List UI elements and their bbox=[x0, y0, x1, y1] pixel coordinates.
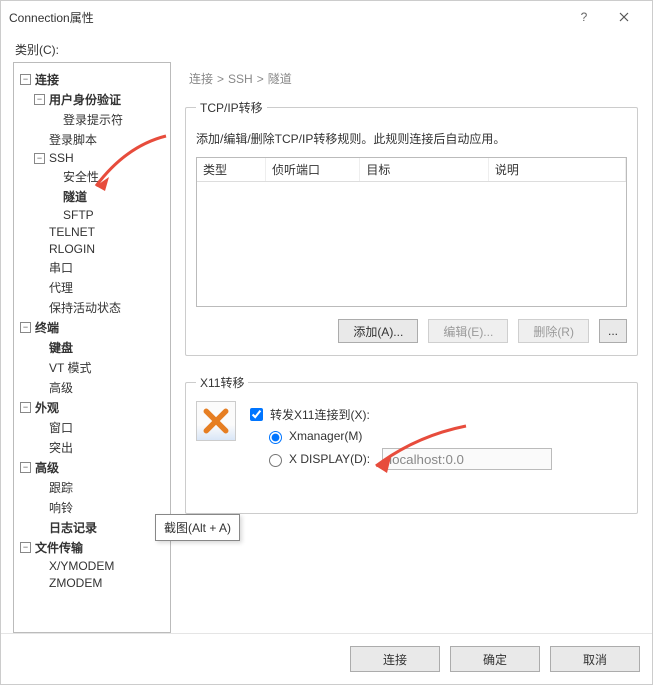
xmanager-label[interactable]: Xmanager(M) bbox=[289, 429, 362, 443]
forward-x11-label[interactable]: 转发X11连接到(X): bbox=[270, 406, 370, 423]
tree-item-xymodem[interactable]: X/YMODEM bbox=[32, 558, 168, 574]
edit-button[interactable]: 编辑(E)... bbox=[428, 319, 508, 343]
breadcrumb-item: 隧道 bbox=[268, 72, 292, 86]
titlebar: Connection属性 ? bbox=[1, 1, 652, 33]
tree-item-login-script[interactable]: 登录脚本 bbox=[32, 130, 168, 149]
tree-item-ssh[interactable]: −SSH bbox=[32, 150, 168, 166]
col-port[interactable]: 侦听端口 bbox=[266, 158, 360, 182]
xmanager-radio[interactable] bbox=[269, 431, 282, 444]
tree-item-rlogin[interactable]: RLOGIN bbox=[32, 241, 168, 257]
connect-button[interactable]: 连接 bbox=[350, 646, 440, 672]
help-button[interactable]: ? bbox=[564, 1, 604, 33]
xmanager-icon bbox=[196, 401, 236, 441]
tree-item-highlight[interactable]: 突出 bbox=[32, 438, 168, 457]
add-button[interactable]: 添加(A)... bbox=[338, 319, 418, 343]
x11-legend: X11转移 bbox=[196, 374, 248, 391]
more-button[interactable]: ... bbox=[599, 319, 627, 343]
tree-item-telnet[interactable]: TELNET bbox=[32, 224, 168, 240]
col-type[interactable]: 类型 bbox=[197, 158, 266, 182]
tree-item-security[interactable]: 安全性 bbox=[46, 167, 168, 186]
xdisplay-label[interactable]: X DISPLAY(D): bbox=[289, 452, 370, 466]
tree-item-advanced[interactable]: −高级 bbox=[18, 458, 168, 477]
tree-item-tunnel[interactable]: 隧道 bbox=[46, 187, 168, 206]
breadcrumb-item[interactable]: SSH bbox=[228, 72, 253, 86]
right-pane: 连接>SSH>隧道 TCP/IP转移 添加/编辑/删除TCP/IP转移规则。此规… bbox=[183, 62, 640, 633]
col-desc[interactable]: 说明 bbox=[488, 158, 625, 182]
collapse-icon: − bbox=[20, 74, 31, 85]
tree-item-keepalive[interactable]: 保持活动状态 bbox=[32, 298, 168, 317]
tcpip-legend: TCP/IP转移 bbox=[196, 99, 267, 116]
tree-item-bell[interactable]: 响铃 bbox=[32, 498, 168, 517]
breadcrumb: 连接>SSH>隧道 bbox=[183, 62, 640, 95]
close-icon bbox=[619, 12, 629, 22]
collapse-icon: − bbox=[34, 94, 45, 105]
window-title: Connection属性 bbox=[9, 9, 564, 26]
tree-item-keyboard[interactable]: 键盘 bbox=[32, 338, 168, 357]
rules-table[interactable]: 类型 侦听端口 目标 说明 bbox=[196, 157, 627, 307]
tree-item-proxy[interactable]: 代理 bbox=[32, 278, 168, 297]
tree-item-auth[interactable]: −用户身份验证 bbox=[32, 90, 168, 109]
collapse-icon: − bbox=[20, 402, 31, 413]
tree-item-connection[interactable]: −连接 bbox=[18, 70, 168, 89]
tcpip-button-row: 添加(A)... 编辑(E)... 删除(R) ... bbox=[196, 319, 627, 343]
cancel-button[interactable]: 取消 bbox=[550, 646, 640, 672]
dialog-button-bar: 连接 确定 取消 bbox=[1, 633, 652, 684]
tcpip-fieldset: TCP/IP转移 添加/编辑/删除TCP/IP转移规则。此规则连接后自动应用。 … bbox=[185, 99, 638, 356]
collapse-icon: − bbox=[20, 462, 31, 473]
collapse-icon: − bbox=[20, 542, 31, 553]
col-target[interactable]: 目标 bbox=[360, 158, 489, 182]
tree-item-window[interactable]: 窗口 bbox=[32, 418, 168, 437]
category-label: 类别(C): bbox=[15, 41, 640, 58]
forward-x11-checkbox[interactable] bbox=[250, 408, 263, 421]
tcpip-description: 添加/编辑/删除TCP/IP转移规则。此规则连接后自动应用。 bbox=[196, 130, 627, 147]
tree-item-log[interactable]: 日志记录 bbox=[32, 518, 168, 537]
tree-item-login-prompt[interactable]: 登录提示符 bbox=[46, 110, 168, 129]
collapse-icon: − bbox=[20, 322, 31, 333]
xdisplay-radio[interactable] bbox=[269, 454, 282, 467]
category-tree[interactable]: −连接 −用户身份验证 登录提示符 登录脚本 − bbox=[13, 62, 171, 633]
x11-fieldset: X11转移 转发X11连接到(X): Xmana bbox=[185, 374, 638, 514]
breadcrumb-item[interactable]: 连接 bbox=[189, 72, 213, 86]
tree-item-appearance[interactable]: −外观 bbox=[18, 398, 168, 417]
ok-button[interactable]: 确定 bbox=[450, 646, 540, 672]
close-button[interactable] bbox=[604, 1, 644, 33]
xdisplay-input[interactable] bbox=[382, 448, 552, 470]
tree-item-advanced-term[interactable]: 高级 bbox=[32, 378, 168, 397]
collapse-icon: − bbox=[34, 153, 45, 164]
tree-item-trace[interactable]: 跟踪 bbox=[32, 478, 168, 497]
body-row: −连接 −用户身份验证 登录提示符 登录脚本 − bbox=[13, 62, 640, 633]
tree-item-serial[interactable]: 串口 bbox=[32, 258, 168, 277]
tree-item-zmodem[interactable]: ZMODEM bbox=[32, 575, 168, 591]
delete-button[interactable]: 删除(R) bbox=[518, 319, 589, 343]
screenshot-tooltip: 截图(Alt + A) bbox=[155, 514, 240, 541]
tree-item-sftp[interactable]: SFTP bbox=[46, 207, 168, 223]
tree-item-filetrans[interactable]: −文件传输 bbox=[18, 538, 168, 557]
tree-item-vt[interactable]: VT 模式 bbox=[32, 358, 168, 377]
dialog-content: 类别(C): −连接 −用户身份验证 登录提示符 bbox=[1, 33, 652, 633]
dialog-window: Connection属性 ? 类别(C): −连接 −用户身份验证 bbox=[0, 0, 653, 685]
tree-item-terminal[interactable]: −终端 bbox=[18, 318, 168, 337]
